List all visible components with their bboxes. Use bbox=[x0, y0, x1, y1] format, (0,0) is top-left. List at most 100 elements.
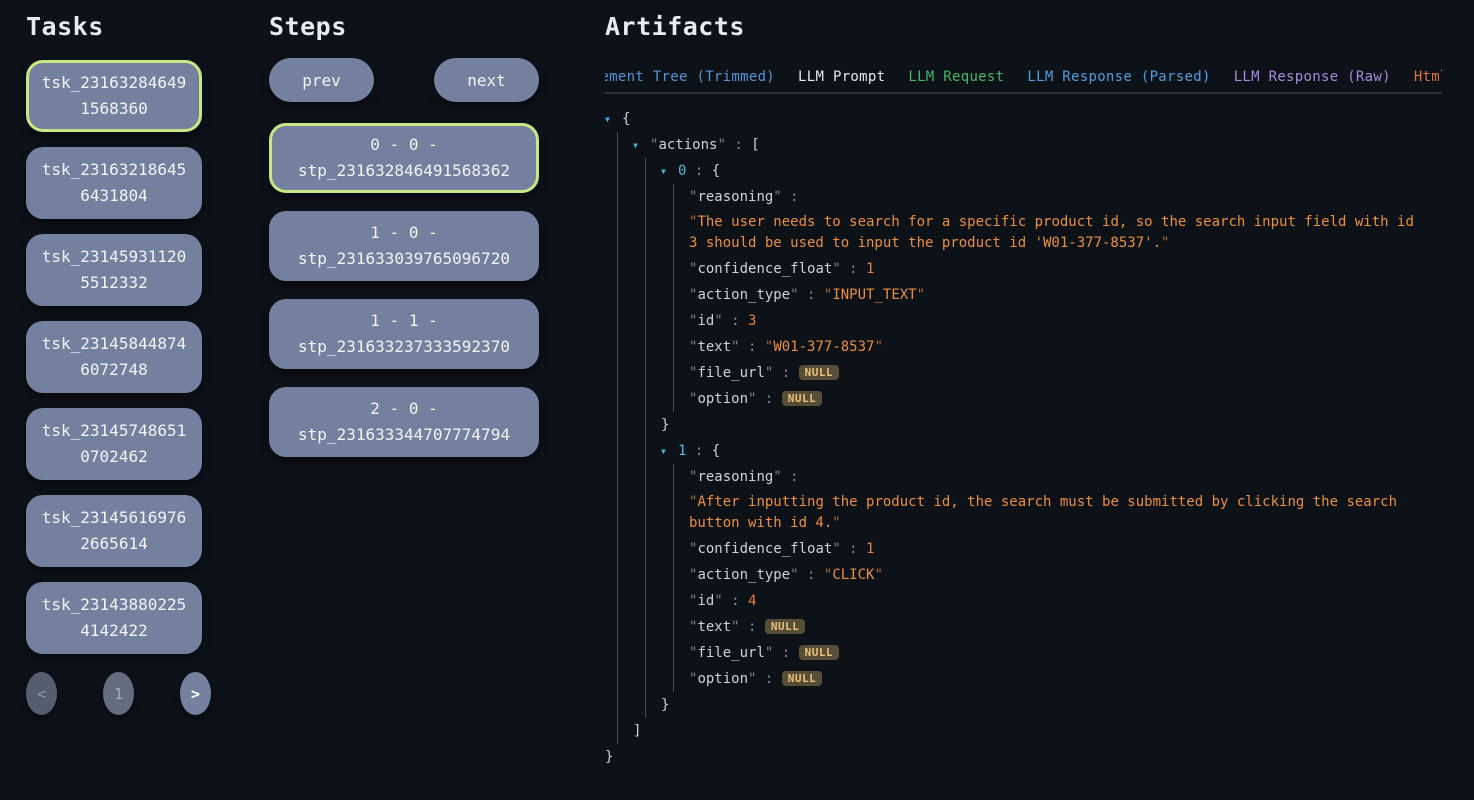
json-tree-line: text : W01-377-8537 bbox=[689, 334, 883, 360]
task-button-1[interactable]: tsk_231632846491568360 bbox=[26, 60, 202, 132]
step-button-2[interactable]: 1 - 0 - stp_231633039765096720 bbox=[269, 211, 539, 281]
indent-guide bbox=[661, 490, 689, 536]
step-button-4[interactable]: 2 - 0 - stp_231633344707774794 bbox=[269, 387, 539, 457]
tab-row: Element Tree (Trimmed) LLM Prompt LLM Requ… bbox=[605, 62, 1442, 94]
indent-guide bbox=[661, 588, 689, 614]
tab-element-tree-trimmed[interactable]: Element Tree (Trimmed) bbox=[605, 62, 775, 94]
task-button-2[interactable]: tsk_231632186456431804 bbox=[26, 147, 202, 219]
task-button-5[interactable]: tsk_231457486510702462 bbox=[26, 408, 202, 480]
collapse-arrow-icon[interactable]: ▼ bbox=[661, 438, 678, 464]
json-token-null: NULL bbox=[799, 645, 840, 660]
json-tree-line: } bbox=[661, 412, 669, 438]
json-token-key: confidence_float bbox=[689, 261, 841, 277]
json-tree-line: reasoning : bbox=[689, 184, 799, 210]
json-token-key: id bbox=[689, 313, 723, 329]
step-button-1[interactable]: 0 - 0 - stp_231632846491568362 bbox=[269, 123, 539, 193]
indent-guide bbox=[633, 210, 661, 256]
collapse-arrow-icon[interactable]: ▼ bbox=[661, 158, 678, 184]
json-tree-row: ▼0 : { bbox=[605, 158, 1418, 184]
indent-guide bbox=[661, 640, 689, 666]
indent-guide bbox=[661, 256, 689, 282]
indent-guide bbox=[661, 562, 689, 588]
step-button-3[interactable]: 1 - 1 - stp_231633237333592370 bbox=[269, 299, 539, 369]
json-tree-line: option : NULL bbox=[689, 666, 822, 692]
json-token-num: 1 bbox=[866, 541, 874, 557]
json-token-punc: : bbox=[782, 469, 799, 485]
json-token-punc: : bbox=[756, 671, 781, 687]
json-tree-viewer: ▼{▼actions : [▼0 : {reasoning :The user … bbox=[605, 106, 1474, 770]
indent-guide bbox=[633, 536, 661, 562]
task-list: tsk_231632846491568360 tsk_23163218645643… bbox=[26, 60, 202, 654]
json-tree-line: } bbox=[661, 692, 669, 718]
indent-guide bbox=[605, 282, 633, 308]
pagination-page-1-button[interactable]: 1 bbox=[103, 672, 134, 715]
json-token-brace: } bbox=[605, 749, 613, 765]
json-token-punc: : bbox=[723, 313, 748, 329]
pagination-next-button[interactable]: > bbox=[180, 672, 211, 715]
json-tree-row: After inputting the product id, the sear… bbox=[605, 490, 1418, 536]
indent-guide bbox=[633, 588, 661, 614]
indent-guide bbox=[605, 490, 633, 536]
artifacts-tabbar: Element Tree (Trimmed) LLM Prompt LLM Requ… bbox=[605, 62, 1442, 94]
indent-guide bbox=[661, 308, 689, 334]
tasks-pagination: < 1 > bbox=[26, 672, 211, 715]
indent-guide bbox=[661, 282, 689, 308]
json-token-punc: : bbox=[773, 645, 798, 661]
json-tree-row: text : NULL bbox=[605, 614, 1418, 640]
json-tree-line: action_type : INPUT_TEXT bbox=[689, 282, 925, 308]
json-tree-line: 0 : { bbox=[678, 158, 720, 184]
prev-step-button[interactable]: prev bbox=[269, 58, 374, 102]
json-token-key: action_type bbox=[689, 287, 799, 303]
indent-guide bbox=[605, 360, 633, 386]
json-token-key: option bbox=[689, 671, 756, 687]
collapse-arrow-icon[interactable]: ▼ bbox=[605, 106, 622, 132]
task-button-3[interactable]: tsk_231459311205512332 bbox=[26, 234, 202, 306]
indent-guide bbox=[633, 438, 661, 464]
indent-guide bbox=[605, 412, 633, 438]
tab-llm-response-parsed[interactable]: LLM Response (Parsed) bbox=[1027, 62, 1210, 94]
json-tree-row: ] bbox=[605, 718, 1418, 744]
json-tree-line: The user needs to search for a specific … bbox=[689, 210, 1418, 256]
json-token-punc: : bbox=[799, 567, 824, 583]
task-button-6[interactable]: tsk_231456169762665614 bbox=[26, 495, 202, 567]
indent-guide bbox=[605, 158, 633, 184]
steps-panel: Steps prev next 0 - 0 - stp_231632846491… bbox=[269, 12, 539, 475]
indent-guide bbox=[661, 360, 689, 386]
json-tree-line: file_url : NULL bbox=[689, 360, 839, 386]
tab-llm-response-raw[interactable]: LLM Response (Raw) bbox=[1234, 62, 1391, 94]
indent-guide bbox=[605, 464, 633, 490]
indent-guide bbox=[633, 640, 661, 666]
json-token-punc: : bbox=[740, 619, 765, 635]
pagination-prev-button[interactable]: < bbox=[26, 672, 57, 715]
json-token-punc: : bbox=[756, 391, 781, 407]
tab-llm-request[interactable]: LLM Request bbox=[908, 62, 1004, 94]
collapse-arrow-icon[interactable]: ▼ bbox=[633, 132, 650, 158]
json-token-key: file_url bbox=[689, 365, 773, 381]
indent-guide bbox=[605, 640, 633, 666]
indent-guide bbox=[633, 184, 661, 210]
tab-html-raw[interactable]: Html (Raw) bbox=[1414, 62, 1442, 94]
indent-guide bbox=[661, 614, 689, 640]
next-step-button[interactable]: next bbox=[434, 58, 539, 102]
indent-guide bbox=[633, 490, 661, 536]
json-tree-row: option : NULL bbox=[605, 666, 1418, 692]
indent-guide bbox=[633, 158, 661, 184]
indent-guide bbox=[605, 386, 633, 412]
indent-guide bbox=[661, 386, 689, 412]
indent-guide bbox=[633, 692, 661, 718]
artifacts-heading: Artifacts bbox=[605, 12, 1474, 42]
tab-llm-prompt[interactable]: LLM Prompt bbox=[798, 62, 885, 94]
indent-guide bbox=[633, 562, 661, 588]
indent-guide bbox=[605, 438, 633, 464]
indent-guide bbox=[605, 692, 633, 718]
json-tree-line: { bbox=[622, 106, 630, 132]
steps-heading: Steps bbox=[269, 12, 539, 42]
json-token-brace: } bbox=[661, 417, 669, 433]
task-button-7[interactable]: tsk_231438802254142422 bbox=[26, 582, 202, 654]
json-tree-row: action_type : CLICK bbox=[605, 562, 1418, 588]
json-tree-line: text : NULL bbox=[689, 614, 805, 640]
indent-guide bbox=[661, 334, 689, 360]
json-token-key: file_url bbox=[689, 645, 773, 661]
json-tree-line: id : 4 bbox=[689, 588, 756, 614]
task-button-4[interactable]: tsk_231458448746072748 bbox=[26, 321, 202, 393]
